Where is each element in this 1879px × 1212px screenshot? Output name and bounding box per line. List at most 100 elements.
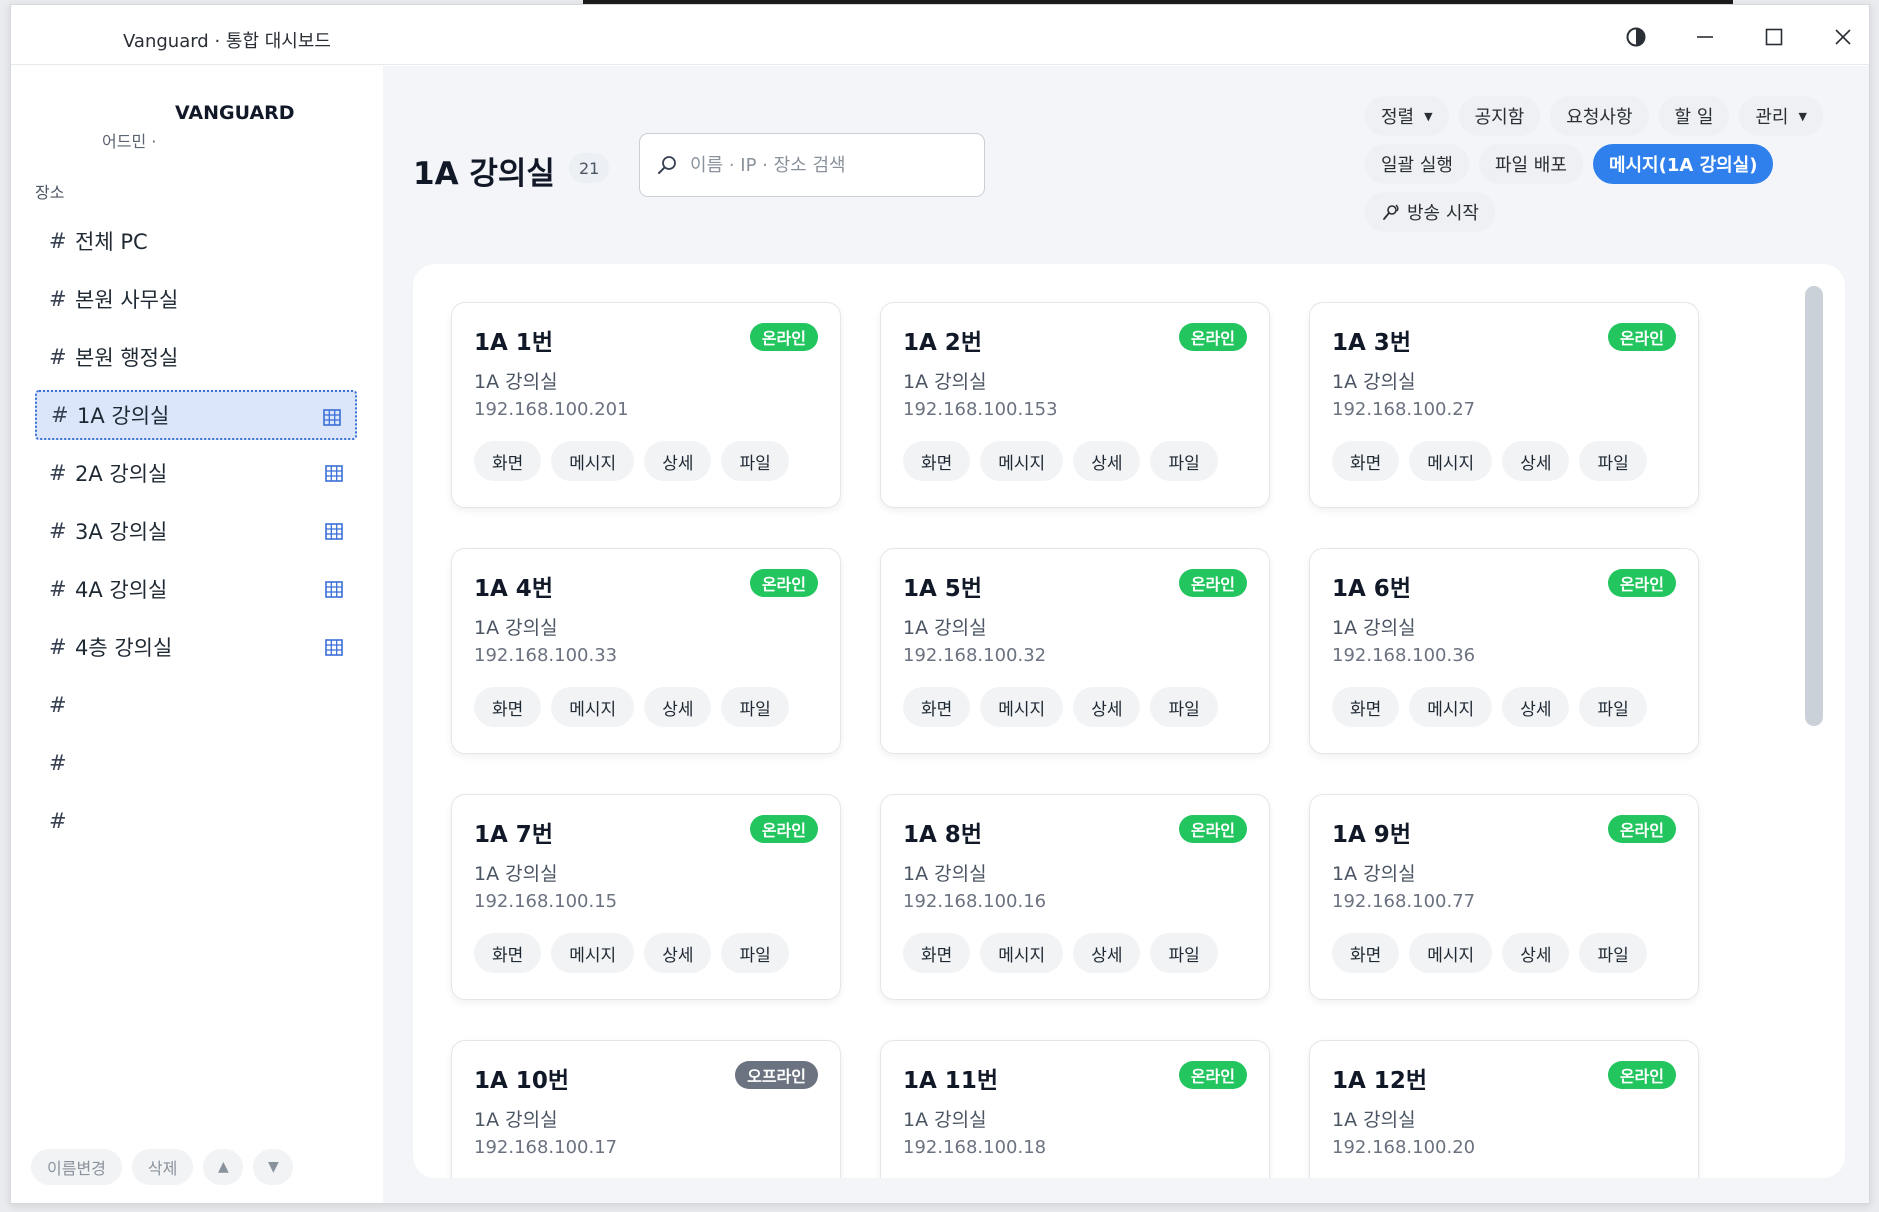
file-button[interactable]: 파일 [721,933,789,973]
message-button[interactable]: 메시지 [551,441,635,481]
file-button[interactable]: 파일 [721,441,789,481]
pc-card[interactable]: 1A 12번온라인1A 강의실192.168.100.20화면메시지상세파일 [1309,1040,1699,1178]
manage-dropdown[interactable]: 관리 ▼ [1739,96,1823,136]
search-input[interactable] [690,154,970,176]
message-button[interactable]: 메시지 [980,933,1064,973]
sidebar-item[interactable]: #3A 강의실 [35,506,357,556]
move-up-button[interactable]: ▲ [203,1149,244,1185]
theme-toggle-button[interactable] [1619,20,1653,54]
hash-icon: # [49,461,67,485]
delete-button[interactable]: 삭제 [131,1149,194,1185]
pc-card[interactable]: 1A 3번 온라인 1A 강의실 192.168.100.27 화면 메시지 상세 파일 [1309,302,1699,508]
screen-button[interactable]: 화면 [1332,687,1400,727]
card-actions: 화면 메시지 상세 파일 [1332,687,1647,727]
pc-card[interactable]: 1A 4번 온라인 1A 강의실 192.168.100.33 화면 메시지 상세 파일 [451,548,841,754]
pc-name: 1A 12번 [1332,1068,1427,1094]
notice-button[interactable]: 공지함 [1458,96,1541,136]
detail-button[interactable]: 상세 [1502,441,1570,481]
message-button[interactable]: 메시지 [1409,441,1493,481]
sidebar-item[interactable]: #2A 강의실 [35,448,357,498]
seat-grid-icon[interactable] [325,523,343,540]
maximize-icon [1765,28,1783,46]
requests-button[interactable]: 요청사항 [1550,96,1649,136]
detail-button[interactable]: 상세 [1073,441,1141,481]
hash-icon: # [49,693,67,717]
pc-card[interactable]: 1A 11번온라인1A 강의실192.168.100.18화면메시지상세파일 [880,1040,1270,1178]
move-down-button[interactable]: ▼ [253,1149,294,1185]
sidebar-item[interactable]: # [35,680,357,730]
seat-grid-icon[interactable] [323,409,341,426]
sidebar-item[interactable]: # 전체 PC [35,216,357,266]
pc-location: 1A 강의실 [903,617,987,639]
todo-button[interactable]: 할 일 [1658,96,1730,136]
screen-button[interactable]: 화면 [1332,933,1400,973]
sidebar-item-label: 전체 PC [75,230,148,254]
search-box[interactable] [639,133,985,197]
status-badge: 온라인 [749,815,818,843]
file-button[interactable]: 파일 [1150,933,1218,973]
sidebar-item[interactable]: # [35,738,357,788]
seat-grid-icon[interactable] [325,581,343,598]
pc-card[interactable]: 1A 6번 온라인 1A 강의실 192.168.100.36 화면 메시지 상세 파일 [1309,548,1699,754]
message-button[interactable]: 메시지 [1409,933,1493,973]
sidebar-item[interactable]: #1A 강의실 [35,390,357,440]
detail-button[interactable]: 상세 [1502,933,1570,973]
detail-button[interactable]: 상세 [1502,687,1570,727]
detail-button[interactable]: 상세 [644,441,712,481]
message-room-button[interactable]: 메시지(1A 강의실) [1592,144,1774,184]
file-button[interactable]: 파일 [1579,687,1647,727]
message-button[interactable]: 메시지 [980,441,1064,481]
maximize-button[interactable] [1757,20,1791,54]
detail-button[interactable]: 상세 [1073,687,1141,727]
file-button[interactable]: 파일 [721,687,789,727]
seat-grid-icon[interactable] [325,639,343,656]
detail-button[interactable]: 상세 [1073,933,1141,973]
file-button[interactable]: 파일 [1579,441,1647,481]
screen-button[interactable]: 화면 [474,687,542,727]
pc-card[interactable]: 1A 9번 온라인 1A 강의실 192.168.100.77 화면 메시지 상세 파일 [1309,794,1699,1000]
batch-run-button[interactable]: 일괄 실행 [1365,144,1469,184]
message-button[interactable]: 메시지 [1409,687,1493,727]
sidebar-item[interactable]: # 본원 행정실 [35,332,357,382]
pc-card[interactable]: 1A 2번 온라인 1A 강의실 192.168.100.153 화면 메시지 상세 파일 [880,302,1270,508]
detail-button[interactable]: 상세 [644,687,712,727]
screen-button[interactable]: 화면 [903,687,971,727]
app-logo [23,11,121,63]
broadcast-start-button[interactable]: 방송 시작 [1365,192,1495,232]
close-button[interactable] [1826,20,1860,54]
sidebar-item[interactable]: #4A 강의실 [35,564,357,614]
scrollbar-thumb[interactable] [1805,286,1823,726]
pc-ip: 192.168.100.16 [903,891,1047,912]
hash-icon: # [49,577,67,601]
search-icon [658,156,676,174]
screen-button[interactable]: 화면 [474,933,542,973]
screen-button[interactable]: 화면 [903,441,971,481]
file-button[interactable]: 파일 [1579,933,1647,973]
message-button[interactable]: 메시지 [551,933,635,973]
sidebar-item[interactable]: # 본원 사무실 [35,274,357,324]
message-button[interactable]: 메시지 [551,687,635,727]
pc-location: 1A 강의실 [474,617,558,639]
sidebar-item[interactable]: # [35,796,357,846]
screen-button[interactable]: 화면 [903,933,971,973]
pc-card[interactable]: 1A 7번 온라인 1A 강의실 192.168.100.15 화면 메시지 상세 파일 [451,794,841,1000]
hash-icon: # [51,403,69,427]
message-button[interactable]: 메시지 [980,687,1064,727]
sidebar-item[interactable]: #4층 강의실 [35,622,357,672]
detail-button[interactable]: 상세 [644,933,712,973]
location-list: # 전체 PC # 본원 사무실 # 본원 행정실 #1A 강의실 #2A 강의실 #3A 강의… [35,216,357,854]
pc-card[interactable]: 1A 10번오프라인1A 강의실192.168.100.17화면메시지상세파일 [451,1040,841,1178]
file-button[interactable]: 파일 [1150,441,1218,481]
rename-button[interactable]: 이름변경 [31,1149,122,1185]
screen-button[interactable]: 화면 [1332,441,1400,481]
screen-button[interactable]: 화면 [474,441,542,481]
pc-card[interactable]: 1A 8번 온라인 1A 강의실 192.168.100.16 화면 메시지 상세 파일 [880,794,1270,1000]
pc-card[interactable]: 1A 5번 온라인 1A 강의실 192.168.100.32 화면 메시지 상세 파일 [880,548,1270,754]
minimize-button[interactable] [1688,20,1722,54]
file-deploy-button[interactable]: 파일 배포 [1478,144,1583,184]
sidebar-item-label: 4층 강의실 [75,636,173,660]
pc-card[interactable]: 1A 1번 온라인 1A 강의실 192.168.100.201 화면 메시지 상세 파일 [451,302,841,508]
file-button[interactable]: 파일 [1150,687,1218,727]
sort-dropdown[interactable]: 정렬 ▼ [1365,96,1449,136]
seat-grid-icon[interactable] [325,465,343,482]
